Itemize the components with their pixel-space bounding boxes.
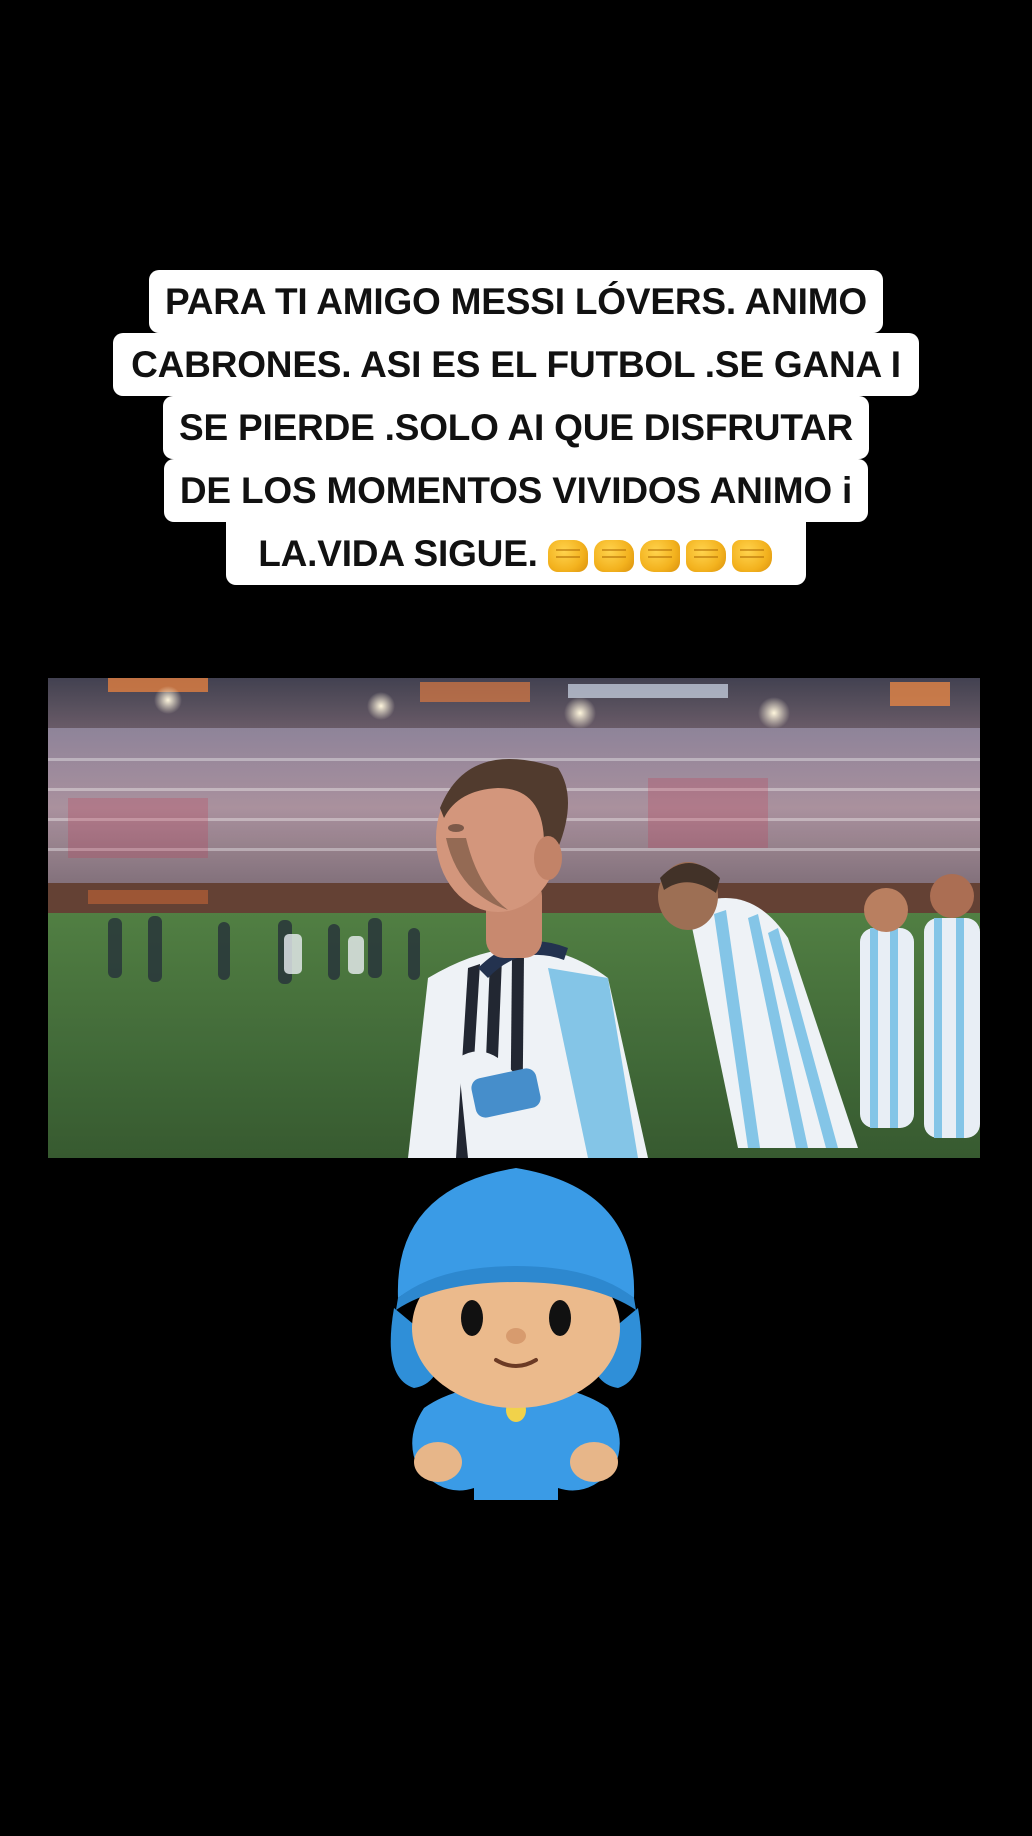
right-facing-fist-icon bbox=[731, 540, 772, 573]
fist-icon bbox=[593, 540, 634, 573]
caption-line: SE PIERDE .SOLO AI QUE DISFRUTAR bbox=[162, 396, 870, 459]
caption-line: DE LOS MOMENTOS VIVIDOS ANIMO i bbox=[163, 459, 869, 522]
left-facing-fist-icon bbox=[639, 540, 680, 573]
pocoyo-character-icon bbox=[384, 1148, 648, 1500]
video-frame[interactable] bbox=[48, 678, 980, 1158]
caption-line-last: LA.VIDA SIGUE. bbox=[226, 522, 806, 585]
right-facing-fist-icon bbox=[685, 540, 726, 573]
emoji-row bbox=[547, 540, 772, 573]
stadium-scene-image bbox=[48, 678, 980, 1158]
pocoyo-illustration bbox=[390, 1168, 642, 1500]
fist-icon bbox=[547, 540, 588, 573]
caption-block: PARA TI AMIGO MESSI LÓVERS. ANIMO CABRON… bbox=[0, 270, 1032, 585]
caption-line: PARA TI AMIGO MESSI LÓVERS. ANIMO bbox=[149, 270, 883, 333]
caption-line-text: LA.VIDA SIGUE. bbox=[258, 533, 538, 574]
caption-line: CABRONES. ASI ES EL FUTBOL .SE GANA I bbox=[113, 333, 919, 396]
